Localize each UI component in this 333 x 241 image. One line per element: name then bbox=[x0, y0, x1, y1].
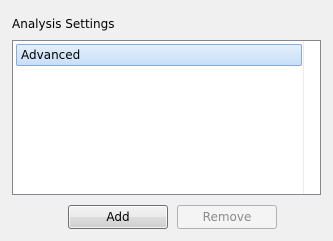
analysis-settings-label: Analysis Settings bbox=[12, 17, 115, 31]
remove-button[interactable]: Remove bbox=[177, 205, 277, 229]
list-item-advanced[interactable]: Advanced bbox=[16, 44, 302, 66]
analysis-settings-list[interactable]: Advanced bbox=[12, 40, 321, 195]
analysis-settings-panel: { "group": { "title": "Analysis Settings… bbox=[0, 0, 333, 241]
add-button[interactable]: Add bbox=[68, 205, 168, 229]
list-scrollbar-track[interactable] bbox=[303, 41, 320, 194]
